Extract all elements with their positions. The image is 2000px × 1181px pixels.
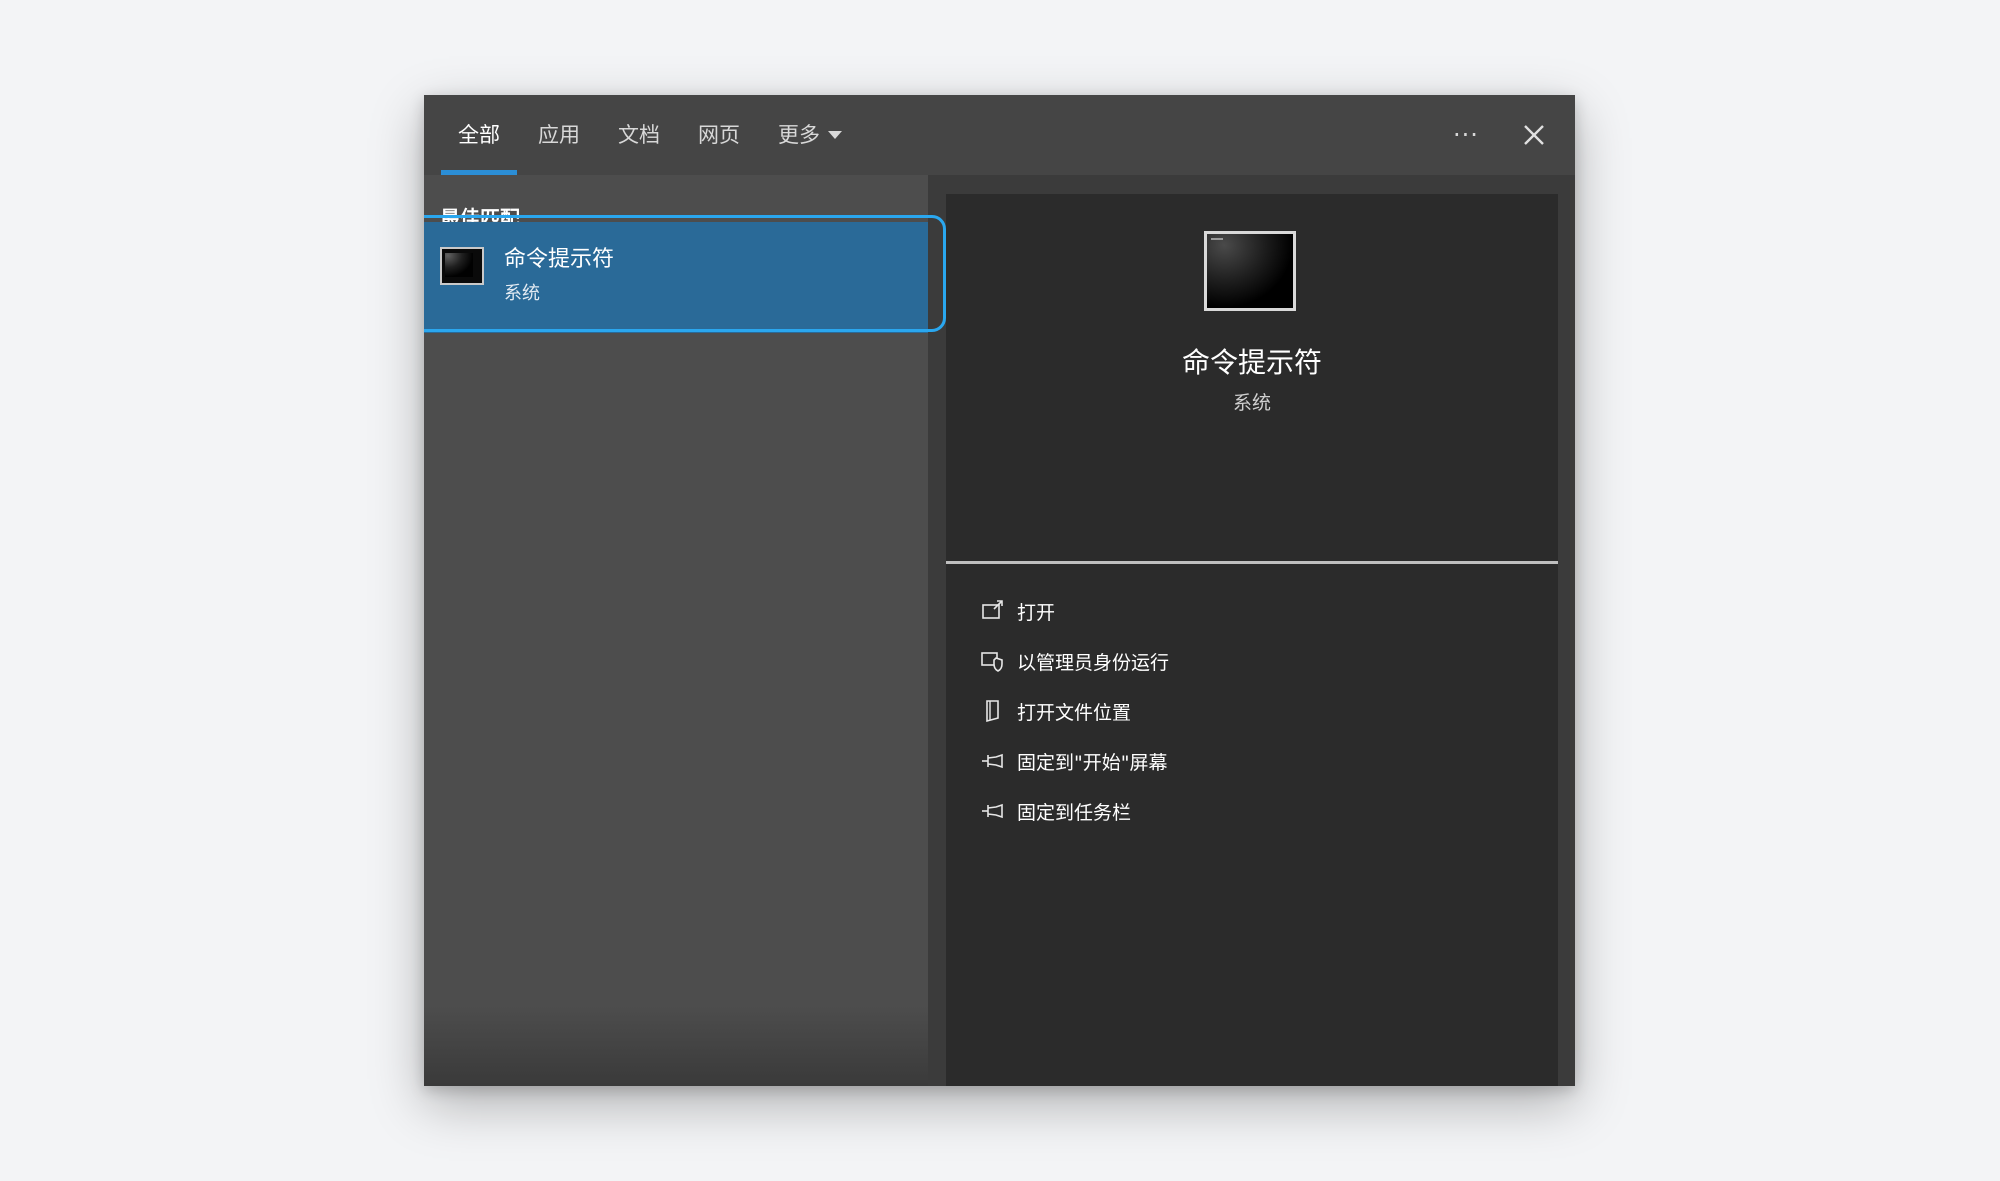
preview-app-subtitle: 系统 — [1232, 392, 1271, 414]
pin-icon — [979, 747, 1007, 775]
action-pin-to-start-label: 固定到"开始"屏幕 — [1017, 751, 1168, 774]
more-options-button[interactable]: ··· — [1446, 113, 1486, 157]
command-prompt-icon — [440, 247, 484, 285]
action-open-label: 打开 — [1017, 601, 1056, 624]
action-run-as-admin-label: 以管理员身份运行 — [1017, 651, 1170, 674]
tab-web-label: 网页 — [698, 123, 740, 147]
tab-all[interactable]: 全部 — [441, 95, 517, 175]
tab-web[interactable]: 网页 — [698, 95, 740, 175]
action-open-file-location-label: 打开文件位置 — [1017, 701, 1132, 724]
action-open-file-location[interactable]: 打开文件位置 — [979, 686, 1539, 736]
pin-icon — [979, 797, 1007, 825]
tab-apps-label: 应用 — [538, 123, 580, 147]
tab-documents[interactable]: 文档 — [618, 95, 660, 175]
tab-more[interactable]: 更多 — [778, 95, 842, 175]
search-window: 全部 应用 文档 网页 更多 ··· 最佳匹配 命令提示符 系统 命令提示符 系… — [424, 95, 1575, 1086]
chevron-down-icon — [828, 131, 842, 139]
best-match-subtitle: 系统 — [504, 283, 540, 304]
filter-tabs: 全部 应用 文档 网页 更多 — [441, 95, 880, 175]
preview-pane: 命令提示符 系统 打开 以管理员身份运行 打开文件位置 固定到"开始"屏幕 固定… — [946, 194, 1558, 1086]
action-run-as-admin[interactable]: 以管理员身份运行 — [979, 636, 1539, 686]
best-match-result[interactable] — [424, 222, 928, 333]
action-open[interactable]: 打开 — [979, 586, 1539, 636]
tab-all-label: 全部 — [458, 123, 500, 147]
top-bar: 全部 应用 文档 网页 更多 ··· — [424, 95, 1575, 175]
tab-apps[interactable]: 应用 — [538, 95, 580, 175]
close-button[interactable] — [1512, 113, 1556, 157]
command-prompt-icon — [1204, 231, 1296, 311]
preview-app-title: 命令提示符 — [1181, 346, 1322, 379]
action-list: 打开 以管理员身份运行 打开文件位置 固定到"开始"屏幕 固定到任务栏 — [979, 586, 1539, 836]
tab-more-label: 更多 — [778, 123, 820, 147]
shield-icon — [979, 647, 1007, 675]
action-pin-to-taskbar-label: 固定到任务栏 — [1017, 801, 1132, 824]
action-pin-to-taskbar[interactable]: 固定到任务栏 — [979, 786, 1539, 836]
prompt-mark — [1211, 238, 1223, 240]
open-icon — [979, 597, 1007, 625]
file-location-icon — [979, 697, 1007, 725]
results-fade — [424, 1006, 928, 1086]
divider — [946, 561, 1558, 564]
tab-documents-label: 文档 — [618, 123, 660, 147]
close-icon — [1524, 125, 1544, 145]
action-pin-to-start[interactable]: 固定到"开始"屏幕 — [979, 736, 1539, 786]
best-match-title: 命令提示符 — [504, 247, 615, 272]
